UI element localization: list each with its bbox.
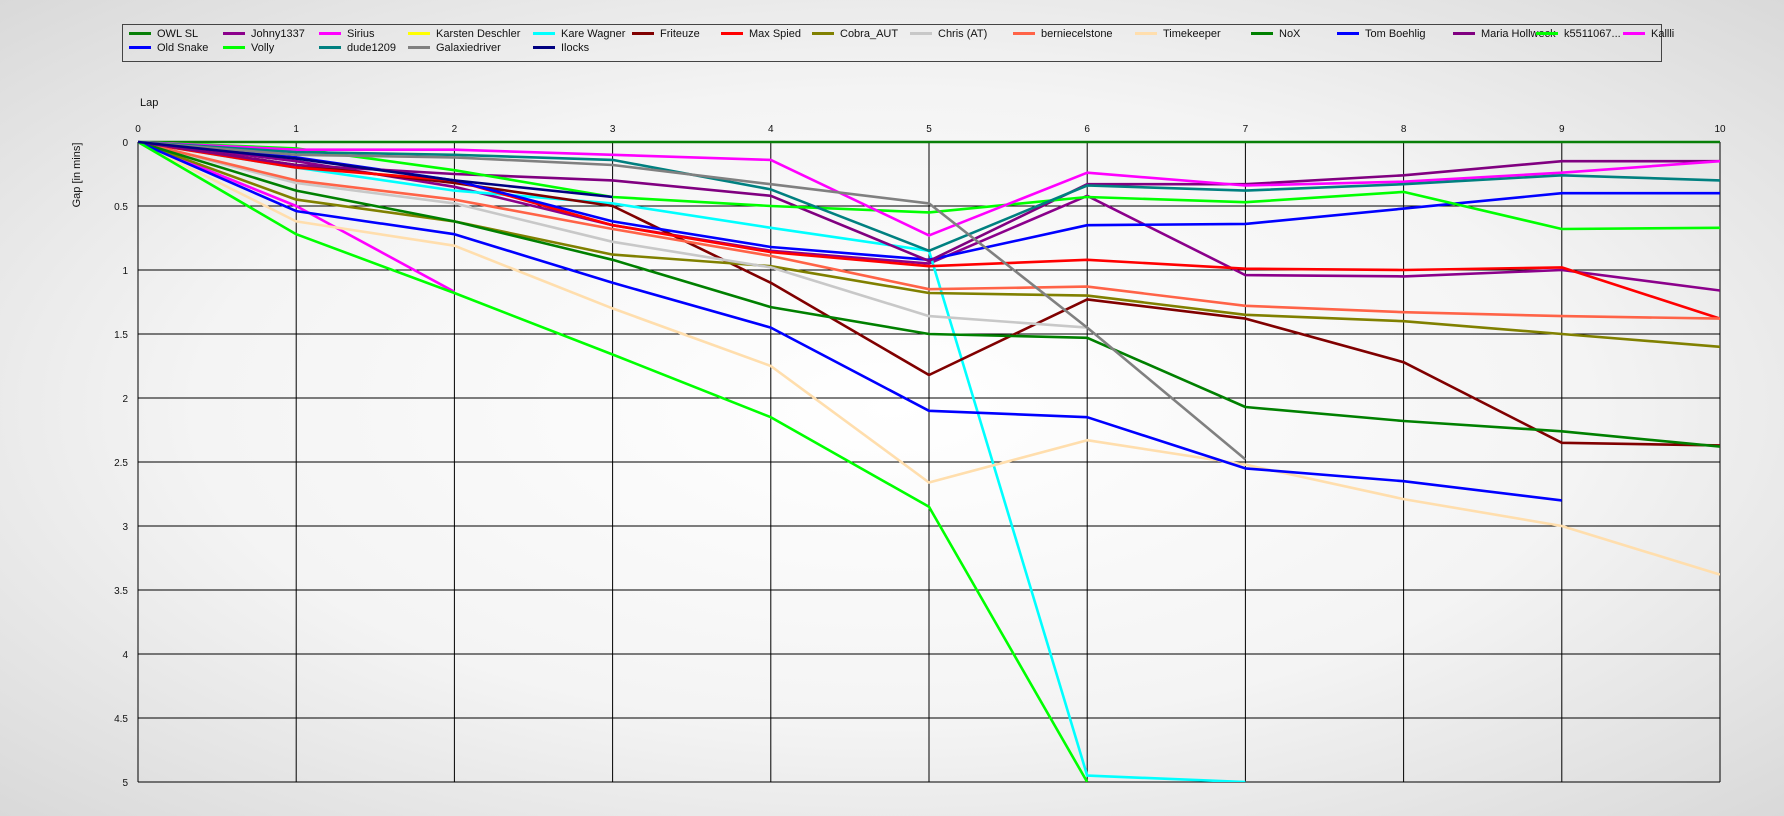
x-tick-label: 4 <box>768 124 774 135</box>
chart-grid <box>137 141 1721 783</box>
x-tick-label: 8 <box>1401 124 1407 135</box>
y-tick-label: 2 <box>122 394 128 405</box>
y-tick-label: 0 <box>122 138 128 149</box>
y-tick-label: 2.5 <box>114 458 128 469</box>
line-chart: 0 1 2 3 4 5 6 7 8 9 10 0 0.5 1 1.5 2 2.5 3 3.5 4 4.5 5 Lap Ga… <box>71 97 1726 789</box>
x-tick-label: 5 <box>926 124 932 135</box>
y-tick-label: 0.5 <box>114 202 128 213</box>
y-tick-label: 3 <box>122 522 128 533</box>
x-axis-label: Lap <box>140 97 158 109</box>
chart-tick-labels: 0 1 2 3 4 5 6 7 8 9 10 0 0.5 1 1.5 2 2.5 3 3.5 4 4.5 5 <box>114 124 1726 789</box>
x-tick-label: 7 <box>1243 124 1249 135</box>
x-tick-label: 3 <box>610 124 616 135</box>
y-tick-label: 4.5 <box>114 714 128 725</box>
y-axis-label: Gap [in mins] <box>71 143 83 208</box>
x-tick-label: 10 <box>1714 124 1726 135</box>
y-tick-label: 1 <box>122 266 128 277</box>
y-tick-label: 5 <box>122 778 128 789</box>
x-tick-label: 9 <box>1559 124 1565 135</box>
y-tick-label: 4 <box>122 650 128 661</box>
x-tick-label: 2 <box>452 124 458 135</box>
y-tick-label: 1.5 <box>114 330 128 341</box>
x-tick-label: 0 <box>135 124 141 135</box>
y-tick-label: 3.5 <box>114 586 128 597</box>
x-tick-label: 6 <box>1084 124 1090 135</box>
x-tick-label: 1 <box>293 124 299 135</box>
